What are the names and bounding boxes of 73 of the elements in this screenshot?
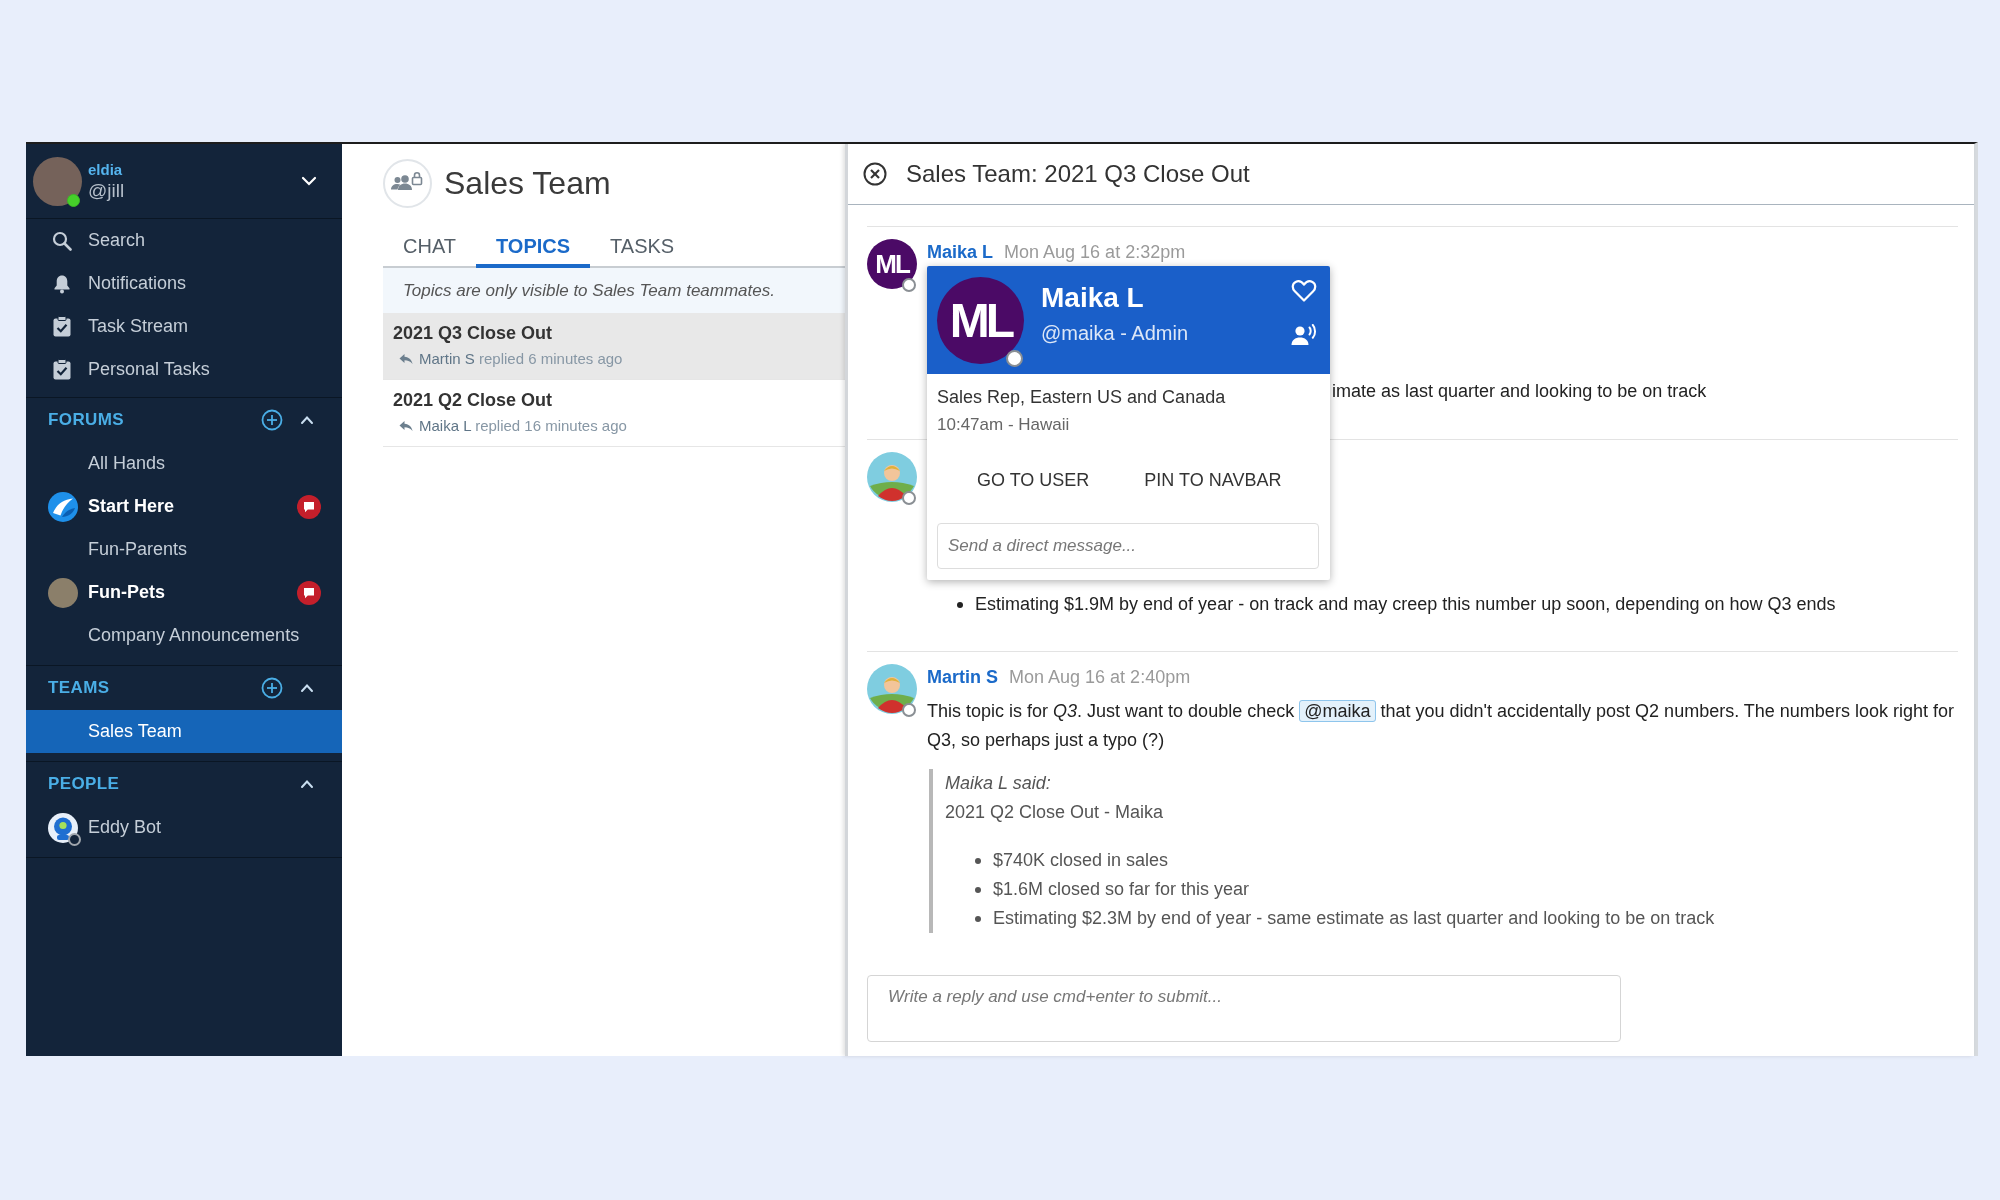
author-name[interactable]: Martin S — [927, 667, 998, 687]
card-action-button[interactable]: PIN TO NAVBAR — [1124, 460, 1302, 500]
sidebar-item[interactable]: Eddy Bot — [26, 806, 342, 849]
person-voice-icon[interactable] — [1291, 324, 1317, 346]
clipboard-check-icon — [52, 359, 72, 380]
topic-title: 2021 Q3 Close Out — [393, 322, 553, 344]
local-time: 10:47am - Hawaii — [937, 414, 1070, 436]
clipboard-check-icon — [52, 316, 72, 337]
sidebar-item[interactable]: Start Here — [26, 485, 342, 528]
job-title: Sales Rep, Eastern US and Canada — [937, 386, 1226, 409]
list-item-text: Estimating $1.9M by end of year - on track and may creep this number up soon, depending on how Q3 ends — [975, 593, 1836, 616]
bullet-icon — [975, 915, 981, 922]
topic-item[interactable]: 2021 Q3 Close Out Martin S replied 6 minutes ago — [383, 313, 845, 380]
message-field[interactable]: Send a direct message... — [937, 523, 1319, 569]
robot-avatar-icon — [48, 812, 78, 843]
sidebar-item[interactable]: Fun-Pets — [26, 571, 342, 614]
bullet-icon — [957, 601, 963, 608]
channel-title: Sales Team — [444, 165, 611, 202]
user-name: eldia — [88, 159, 123, 179]
reply-icon — [399, 420, 413, 432]
topic-reply-meta: Martin S replied 6 minutes ago — [419, 349, 623, 369]
profile-name: Maika L — [1041, 280, 1144, 315]
group-lock-icon — [383, 159, 432, 208]
avatar-initials: ML — [937, 276, 1024, 364]
list-item-text: Estimating $2.3M by end of year - same estimate as last quarter and looking to be on track — [993, 907, 1715, 930]
list-item-text: $740K closed in sales — [993, 849, 1169, 872]
logo-icon — [48, 491, 78, 522]
nav-item[interactable]: Personal Tasks — [26, 348, 342, 391]
card-action-button[interactable]: GO TO USER — [957, 460, 1110, 500]
nav-item[interactable]: Notifications — [26, 262, 342, 305]
tab[interactable]: CHAT — [383, 228, 476, 268]
section-title: FORUMS — [48, 410, 126, 430]
heart-icon[interactable] — [1291, 279, 1317, 303]
author-name[interactable]: Maika L — [927, 242, 994, 262]
sidebar-item[interactable]: Company Announcements — [26, 614, 342, 657]
mention-link[interactable]: @maika — [1299, 700, 1376, 722]
bullet-icon — [975, 857, 981, 864]
avatar-initials: ML — [867, 239, 917, 289]
reply-icon — [399, 353, 413, 365]
section-title: PEOPLE — [48, 774, 121, 794]
user-handle: @jill — [88, 178, 125, 203]
topic-title: 2021 Q2 Close Out — [393, 389, 553, 411]
add-icon[interactable] — [261, 409, 283, 431]
sidebar-item[interactable]: Sales Team — [26, 710, 342, 753]
thread-title: Sales Team: 2021 Q3 Close Out — [906, 160, 1250, 188]
photo-placeholder — [33, 156, 82, 206]
sidebar-item[interactable]: All Hands — [26, 442, 342, 485]
sidebar-item[interactable]: Fun-Parents — [26, 528, 342, 571]
user-avatar-icon — [867, 664, 917, 714]
search-icon — [52, 230, 72, 251]
message-text: imate as last quarter and looking to be on track — [1332, 380, 1707, 403]
reply-field[interactable]: Write a reply and use cmd+enter to submit... — [867, 975, 1621, 1042]
user-avatar-icon — [867, 452, 917, 502]
tab[interactable]: TASKS — [590, 228, 695, 268]
topic-reply-meta: Maika L replied 16 minutes ago — [419, 416, 627, 436]
message-text: This topic is for Q3. Just want to double check @maika that you didn't accidentally post Q2 numbers. The numbers look right for Q3, so perhaps just a typo (?) — [927, 699, 1955, 752]
add-icon[interactable] — [261, 677, 283, 699]
list-item-text: $1.6M closed so far for this year — [993, 878, 1250, 901]
unread-chat-icon — [297, 494, 321, 519]
section-title: TEAMS — [48, 678, 111, 698]
nav-item[interactable]: Task Stream — [26, 305, 342, 348]
quote-title: 2021 Q2 Close Out - Maika — [945, 801, 1164, 824]
close-icon[interactable] — [863, 162, 887, 186]
message-time: Mon Aug 16 at 2:32pm — [1004, 242, 1186, 262]
photo-placeholder — [48, 577, 78, 608]
unread-chat-icon — [297, 580, 321, 605]
visibility-notice: Topics are only visible to Sales Team teammates. — [383, 268, 845, 313]
quote-attribution: Maika L said: — [945, 772, 1051, 795]
profile-handle: @maika - Admin — [1041, 320, 1188, 346]
bell-icon — [52, 273, 72, 294]
message-time: Mon Aug 16 at 2:40pm — [1009, 667, 1191, 687]
nav-item[interactable]: Search — [26, 219, 342, 262]
bullet-icon — [975, 886, 981, 893]
